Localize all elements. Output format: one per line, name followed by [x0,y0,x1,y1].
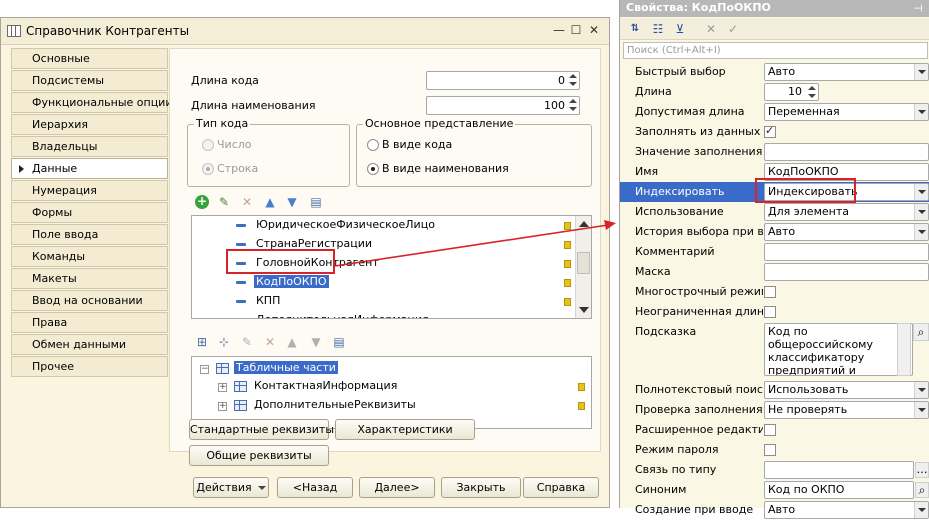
annotation-arrow [334,220,616,267]
